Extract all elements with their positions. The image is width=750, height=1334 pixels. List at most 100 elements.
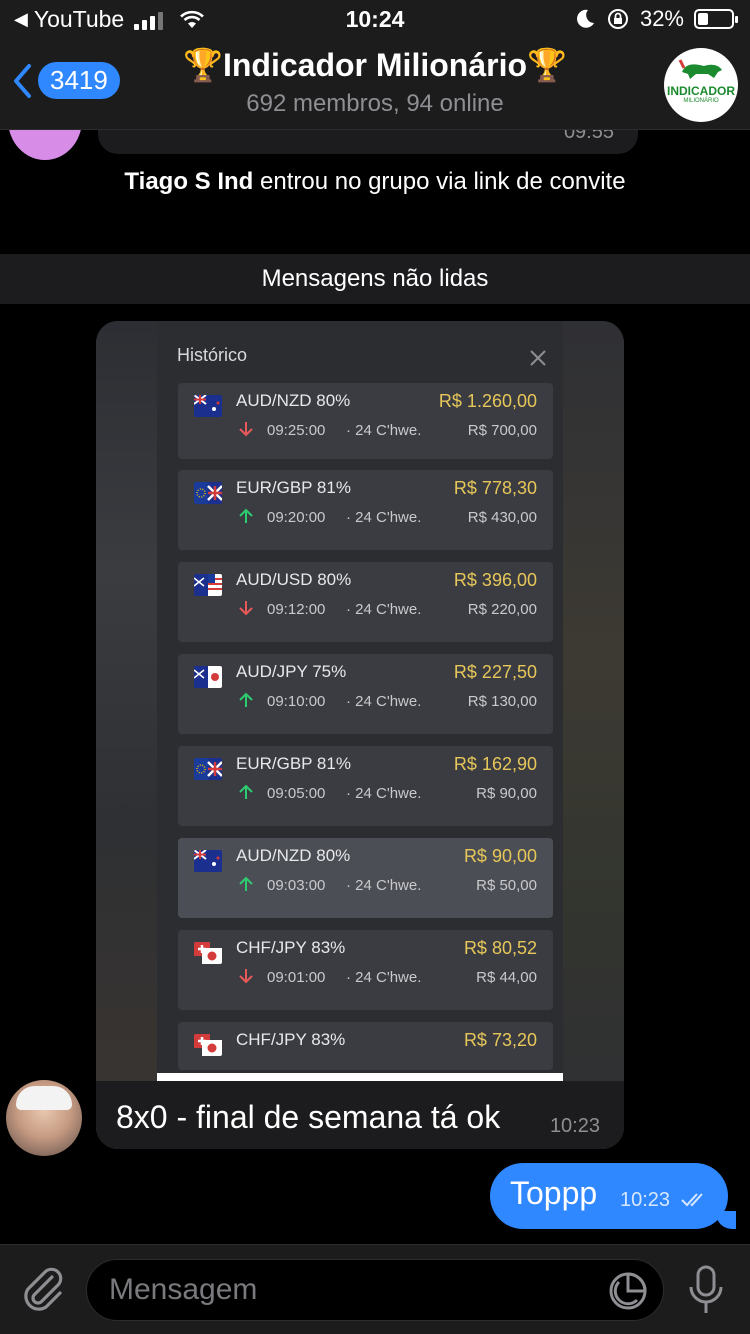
arrow-up-icon: [238, 508, 254, 524]
trade-pair: AUD/JPY 75%: [236, 662, 347, 681]
avatar-logo-subtext: MILIONÁRIO: [683, 98, 719, 104]
currency-flag-icon: [194, 850, 222, 872]
trade-row: AUD/NZD 80% R$ 1.260,00 09:25:00 · 24 C'hwe…: [178, 383, 553, 459]
message-input-bar: [0, 1244, 750, 1334]
trade-date: · 24 C'hwe.: [346, 601, 422, 618]
trade-date: · 24 C'hwe.: [346, 785, 422, 802]
currency-flag-icon: [194, 1034, 222, 1056]
trade-profit: R$ 1.260,00: [438, 391, 537, 411]
service-user-name[interactable]: Tiago S Ind: [124, 168, 253, 195]
trade-row: EUR/GBP 81% R$ 778,30 09:20:00 · 24 C'hwe. R…: [178, 470, 553, 550]
trade-profit: R$ 80,52: [463, 938, 537, 958]
trade-time: 09:12:00: [267, 601, 326, 618]
outgoing-message-bubble[interactable]: Toppp 10:23: [490, 1163, 736, 1229]
arrow-down-icon: [238, 421, 254, 437]
trade-date: · 24 C'hwe.: [346, 693, 422, 710]
group-avatar[interactable]: INDICADOR MILIONÁRIO: [664, 48, 738, 122]
trade-profit: R$ 396,00: [453, 570, 537, 590]
sticker-icon[interactable]: [607, 1270, 649, 1312]
trade-date: · 24 C'hwe.: [346, 877, 422, 894]
photo-caption: 8x0 - final de semana tá ok: [116, 1099, 501, 1135]
trade-pair: EUR/GBP 81%: [236, 478, 351, 497]
trade-time: 09:10:00: [267, 693, 326, 710]
trade-pair: EUR/GBP 81%: [236, 754, 351, 773]
arrow-down-icon: [238, 968, 254, 984]
back-button[interactable]: 3419: [12, 62, 120, 99]
outgoing-message-time: 10:23: [620, 1189, 671, 1211]
unread-messages-divider: Mensagens não lidas: [0, 254, 750, 304]
trade-pair: CHF/JPY 83%: [236, 1030, 346, 1049]
trade-row: CHF/JPY 83% R$ 80,52 09:01:00 · 24 C'hwe. R$…: [178, 930, 553, 1010]
currency-flag-icon: [194, 758, 222, 780]
trade-amount: R$ 90,00: [476, 785, 537, 802]
message-field[interactable]: [86, 1259, 664, 1321]
chat-header: 3419 🏆Indicador Milionário🏆 692 membros,…: [0, 40, 750, 130]
trade-amount: R$ 430,00: [467, 509, 537, 526]
sender-avatar[interactable]: [6, 1080, 82, 1156]
trade-row: AUD/JPY 75% R$ 227,50 09:10:00 · 24 C'hwe. R…: [178, 654, 553, 734]
history-title: Histórico: [177, 345, 248, 365]
arrow-up-icon: [238, 784, 254, 800]
currency-flag-icon: [194, 942, 222, 964]
avatar-logo-text: INDICADOR: [667, 84, 735, 98]
paperclip-icon[interactable]: [18, 1263, 66, 1315]
trade-date: · 24 C'hwe.: [346, 509, 422, 526]
trade-time: 09:01:00: [267, 969, 326, 986]
trade-row: EUR/GBP 81% R$ 162,90 09:05:00 · 24 C'hwe. R…: [178, 746, 553, 826]
trade-pair: AUD/NZD 80%: [236, 391, 351, 410]
unread-count-badge: 3419: [38, 62, 120, 99]
previous-message-bubble[interactable]: 09:55: [98, 130, 638, 154]
photo-caption-time: 10:23: [549, 1115, 600, 1137]
bull-logo-icon: [678, 59, 722, 79]
history-panel: Histórico AUD/NZD 80% R$ 1.260,00 09:25:00…: [157, 321, 563, 1081]
arrow-up-icon: [238, 692, 254, 708]
battery-percent: 32%: [639, 6, 684, 31]
close-icon: [530, 350, 546, 366]
service-message: Tiago S Ind entrou no grupo via link de …: [100, 166, 650, 198]
moon-icon: [577, 9, 594, 28]
photo-blur-left: [96, 321, 158, 1149]
trade-row: AUD/NZD 80% R$ 90,00 09:03:00 · 24 C'hwe. R$…: [178, 838, 553, 918]
trade-time: 09:03:00: [267, 877, 326, 894]
trade-pair: AUD/USD 80%: [236, 570, 352, 589]
microphone-icon[interactable]: [686, 1263, 726, 1317]
trade-amount: R$ 44,00: [476, 969, 537, 986]
trade-profit: R$ 90,00: [463, 846, 537, 866]
currency-flag-icon: [194, 574, 222, 596]
trade-pair: CHF/JPY 83%: [236, 938, 346, 957]
trade-profit: R$ 73,20: [463, 1030, 537, 1050]
trade-amount: R$ 220,00: [467, 601, 537, 618]
panel-bottom-bar: [157, 1073, 563, 1081]
double-check-icon: [681, 1193, 703, 1207]
arrow-up-icon: [238, 876, 254, 892]
trade-row: AUD/USD 80% R$ 396,00 09:12:00 · 24 C'hwe. R…: [178, 562, 553, 642]
arrow-down-icon: [238, 600, 254, 616]
trade-time: 09:25:00: [267, 422, 326, 439]
trade-pair: AUD/NZD 80%: [236, 846, 351, 865]
trade-profit: R$ 227,50: [453, 662, 537, 682]
previous-message-time: 09:55: [563, 130, 614, 143]
battery-icon: [694, 9, 738, 29]
status-bar: ◀ YouTube 10:24 32%: [0, 0, 750, 40]
trade-amount: R$ 50,00: [476, 877, 537, 894]
service-text: entrou no grupo via link de convite: [253, 168, 626, 195]
chat-area[interactable]: 09:55 Tiago S Ind entrou no grupo via li…: [0, 130, 750, 1244]
currency-flag-icon: [194, 666, 222, 688]
trade-time: 09:20:00: [267, 509, 326, 526]
chevron-left-icon: [14, 63, 31, 98]
rotation-lock-icon: [607, 9, 628, 29]
previous-sender-avatar[interactable]: [8, 130, 82, 160]
chat-title[interactable]: 🏆Indicador Milionário🏆: [120, 46, 630, 84]
outgoing-message-text: Toppp: [510, 1175, 598, 1211]
photo-message[interactable]: Histórico AUD/NZD 80% R$ 1.260,00 09:25:00…: [96, 321, 624, 1149]
trade-amount: R$ 700,00: [467, 422, 537, 439]
currency-flag-icon: [194, 395, 222, 417]
message-input[interactable]: [109, 1268, 589, 1312]
trade-date: · 24 C'hwe.: [346, 969, 422, 986]
trade-time: 09:05:00: [267, 785, 326, 802]
currency-flag-icon: [194, 482, 222, 504]
trade-amount: R$ 130,00: [467, 693, 537, 710]
trade-profit: R$ 162,90: [453, 754, 537, 774]
trade-profit: R$ 778,30: [453, 478, 537, 498]
trade-row: CHF/JPY 83% R$ 73,20: [178, 1022, 553, 1070]
